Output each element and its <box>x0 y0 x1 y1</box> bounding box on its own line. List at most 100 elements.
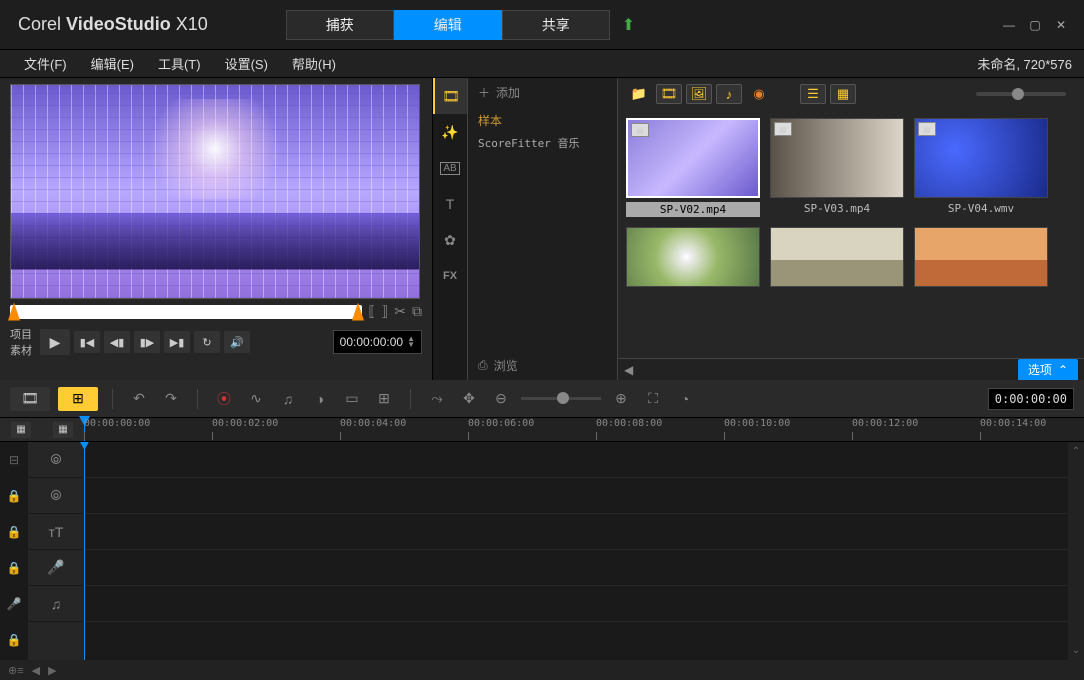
ruler-tick: 00:00:06:00 <box>468 418 534 429</box>
gutter-lock-icon[interactable]: 🔒 <box>0 514 28 550</box>
go-end-button[interactable]: ▶▮ <box>164 331 190 353</box>
redo-button[interactable]: ↷ <box>159 387 183 411</box>
menu-settings[interactable]: 设置(S) <box>213 54 280 73</box>
filter-photo-icon[interactable]: 🖼 <box>686 84 712 104</box>
scroll-left-icon[interactable]: ◀ <box>624 363 633 377</box>
timeline-timecode[interactable]: 0:00:00:00 <box>988 388 1074 410</box>
media-thumb[interactable]: ▤ SP-V02.mp4 <box>626 118 760 217</box>
tab-share[interactable]: 共享 <box>502 10 610 40</box>
loop-button[interactable]: ↻ <box>194 331 220 353</box>
media-thumb[interactable] <box>626 227 760 287</box>
browse-button[interactable]: ⎙ 浏览 <box>478 357 518 374</box>
track-lanes[interactable] <box>84 442 1068 660</box>
media-thumb[interactable] <box>914 227 1048 287</box>
disc-icon[interactable]: ◉ <box>746 84 772 104</box>
video-badge-icon: ▤ <box>774 122 792 136</box>
gutter-mic-icon[interactable]: 🎤 <box>0 586 28 622</box>
zoom-slider[interactable] <box>521 397 601 400</box>
vtab-filters[interactable]: ✿ <box>433 222 467 258</box>
storyboard-view-button[interactable]: 🎞 <box>10 387 50 411</box>
folder-icon[interactable]: 📁 <box>626 84 652 104</box>
play-button[interactable]: ▶ <box>40 329 70 355</box>
record-button[interactable]: ⦿ <box>212 387 236 411</box>
timeline-ruler[interactable]: 00:00:00:0000:00:02:0000:00:04:0000:00:0… <box>84 418 1084 441</box>
tab-capture[interactable]: 捕获 <box>286 10 394 40</box>
filter-video-icon[interactable]: 🎞 <box>656 84 682 104</box>
category-samples[interactable]: 样本 <box>478 109 607 132</box>
track-header-btn1[interactable]: ▦ <box>11 422 31 438</box>
split-icon[interactable]: ✂ <box>394 303 406 320</box>
scroll-right-icon[interactable]: ▶ <box>48 664 56 677</box>
media-thumb[interactable] <box>770 227 904 287</box>
scroll-up-icon[interactable]: ⌃ <box>1072 446 1080 457</box>
track-music[interactable]: ♫ <box>28 586 84 622</box>
category-scorefitter[interactable]: ScoreFitter 音乐 <box>478 132 607 154</box>
go-start-button[interactable]: ▮◀ <box>74 331 100 353</box>
upload-icon[interactable]: ⬆ <box>622 15 635 35</box>
mark-out-icon[interactable]: ⟧ <box>381 303 388 320</box>
gutter-toggle-icon[interactable]: ⊟ <box>0 442 28 478</box>
menu-edit[interactable]: 编辑(E) <box>79 54 146 73</box>
motion-tool-icon[interactable]: ⤳ <box>425 387 449 411</box>
filter-audio-icon[interactable]: ♪ <box>716 84 742 104</box>
main-area: ⟦ ⟧ ✂ ⧉ 项目 素材 ▶ ▮◀ ◀▮ ▮▶ ▶▮ ↻ 🔊 00:00:00… <box>0 78 1084 380</box>
scroll-down-icon[interactable]: ⌄ <box>1072 645 1080 656</box>
preview-timecode[interactable]: 00:00:00:00 ▲▼ <box>333 330 422 354</box>
audio-tool-icon[interactable]: ∿ <box>244 387 268 411</box>
preview-viewport[interactable] <box>10 84 420 299</box>
media-thumb[interactable]: ▤ SP-V03.mp4 <box>770 118 904 217</box>
zoom-out-icon[interactable]: ⊖ <box>489 387 513 411</box>
transport-mode-labels[interactable]: 项目 素材 <box>10 326 32 358</box>
overlay-tool-icon[interactable]: ◑ <box>308 387 332 411</box>
tab-edit[interactable]: 编辑 <box>394 10 502 40</box>
thumbnail-size-slider[interactable] <box>976 92 1066 96</box>
view-list-icon[interactable]: ☰ <box>800 84 826 104</box>
options-button[interactable]: 选项 ⌃ <box>1018 359 1078 380</box>
gallery-toolbar: 📁 🎞 🖼 ♪ ◉ ☰ ▦ <box>618 78 1084 110</box>
plus-icon: ＋ <box>478 84 490 101</box>
menu-help[interactable]: 帮助(H) <box>280 54 348 73</box>
volume-button[interactable]: 🔊 <box>224 331 250 353</box>
media-thumb[interactable]: ▤ SP-V04.wmv <box>914 118 1048 217</box>
minimize-button[interactable]: — <box>1001 17 1017 33</box>
music-tool-icon[interactable]: ♫ <box>276 387 300 411</box>
vtab-titles[interactable]: AB <box>433 150 467 186</box>
track-voice[interactable]: 🎤 <box>28 550 84 586</box>
timecode-stepper-icon[interactable]: ▲▼ <box>407 336 415 348</box>
chapter-tool-icon[interactable]: ⊞ <box>372 387 396 411</box>
add-folder-button[interactable]: ＋ 添加 <box>478 84 607 101</box>
playhead-line[interactable] <box>84 442 85 660</box>
next-frame-button[interactable]: ▮▶ <box>134 331 160 353</box>
clock-icon[interactable]: ◔ <box>673 387 697 411</box>
close-button[interactable]: ✕ <box>1053 17 1069 33</box>
add-track-icon[interactable]: ⊕≡ <box>8 664 24 677</box>
prev-frame-button[interactable]: ◀▮ <box>104 331 130 353</box>
copy-icon[interactable]: ⧉ <box>412 303 422 320</box>
scroll-left-icon[interactable]: ◀ <box>32 664 40 677</box>
track-video[interactable]: ⦾ <box>28 442 84 478</box>
gutter-lock-icon[interactable]: 🔒 <box>0 478 28 514</box>
title-tool-icon[interactable]: ▭ <box>340 387 364 411</box>
gutter-lock-icon[interactable]: 🔒 <box>0 550 28 586</box>
track-title[interactable]: ᴛT <box>28 514 84 550</box>
pan-tool-icon[interactable]: ✥ <box>457 387 481 411</box>
preview-panel: ⟦ ⟧ ✂ ⧉ 项目 素材 ▶ ▮◀ ◀▮ ▮▶ ▶▮ ↻ 🔊 00:00:00… <box>0 78 432 380</box>
track-overlay[interactable]: ⦾ <box>28 478 84 514</box>
vtab-transitions[interactable]: ✨ <box>433 114 467 150</box>
timeline-view-button[interactable]: ⊞ <box>58 387 98 411</box>
gutter-lock-icon[interactable]: 🔒 <box>0 622 28 658</box>
menu-tools[interactable]: 工具(T) <box>146 54 213 73</box>
zoom-in-icon[interactable]: ⊕ <box>609 387 633 411</box>
seek-slider[interactable] <box>10 305 362 319</box>
mark-in-icon[interactable]: ⟦ <box>368 303 375 320</box>
track-header-btn2[interactable]: ▦ <box>53 422 73 438</box>
maximize-button[interactable]: ▢ <box>1027 17 1043 33</box>
menu-file[interactable]: 文件(F) <box>12 54 79 73</box>
undo-button[interactable]: ↶ <box>127 387 151 411</box>
vtab-fx[interactable]: FX <box>433 258 467 294</box>
vtab-text[interactable]: T <box>433 186 467 222</box>
view-grid-icon[interactable]: ▦ <box>830 84 856 104</box>
vertical-scrollbar[interactable]: ⌃ ⌄ <box>1068 442 1084 660</box>
fit-icon[interactable]: ⛶ <box>641 387 665 411</box>
vtab-media[interactable]: 🎞 <box>433 78 467 114</box>
